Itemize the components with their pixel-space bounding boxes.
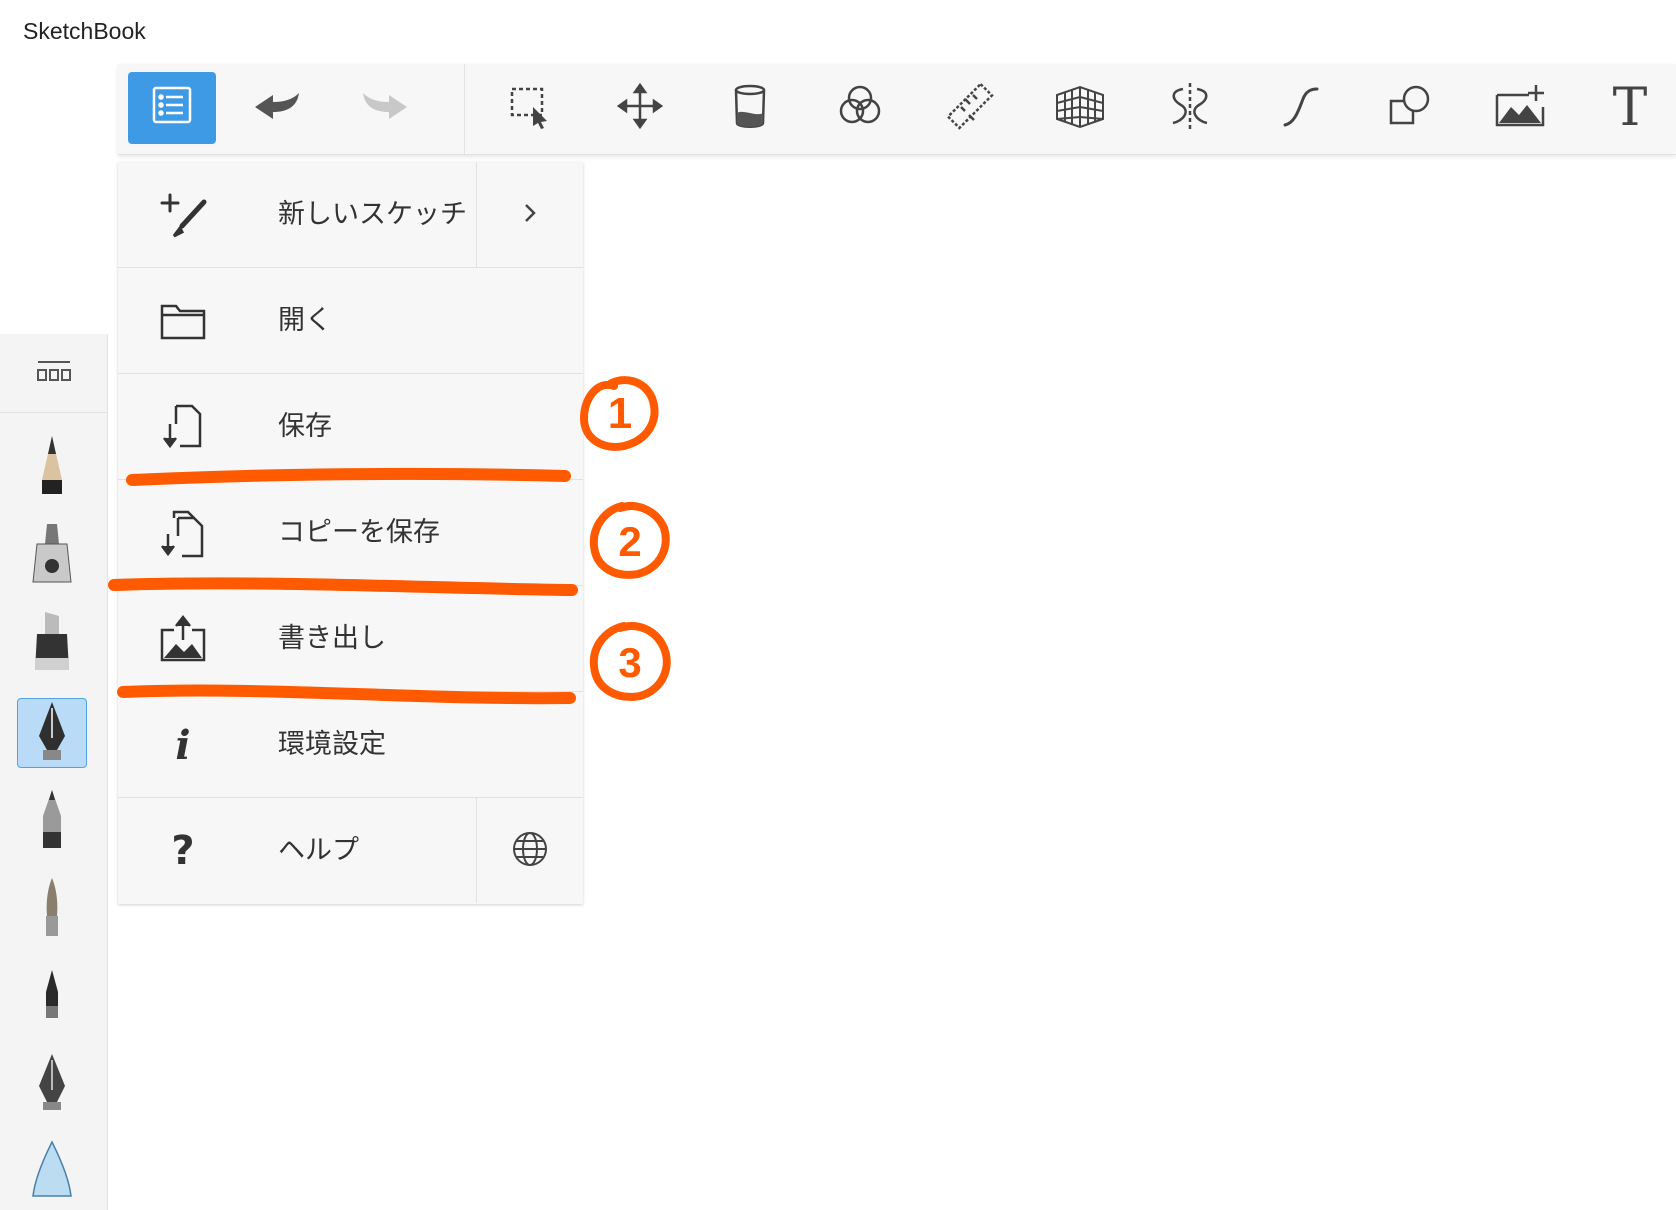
shape-tool[interactable] (1366, 72, 1454, 144)
menu-item-label: 保存 (278, 411, 332, 442)
circle-1 (579, 376, 659, 451)
language-button[interactable] (476, 798, 583, 903)
redo-icon (359, 79, 413, 137)
ruler-icon (943, 79, 997, 137)
new-sketch-expand-button[interactable] (476, 162, 583, 267)
main-toolbar: T (118, 64, 1676, 155)
toolbar-divider (464, 64, 465, 154)
globe-icon (510, 829, 550, 873)
menu-list-icon (145, 79, 199, 137)
menu-item-new-sketch[interactable]: 新しいスケッチ (118, 162, 583, 268)
fountain-pen-brush-icon (27, 1050, 77, 1120)
brush-library-icon (34, 356, 74, 390)
export-icon (156, 612, 210, 666)
app-title: SketchBook (23, 18, 146, 44)
chevron-right-icon (510, 193, 550, 237)
ballpoint-brush[interactable] (17, 786, 87, 856)
menu-item-label: コピーを保存 (278, 517, 440, 548)
text-tool[interactable]: T (1586, 72, 1674, 144)
perspective-grid-icon (1053, 79, 1107, 137)
marker-3: 3 (618, 639, 641, 686)
felt-tip-brush[interactable] (17, 962, 87, 1032)
text-icon: T (1612, 78, 1648, 138)
curve-stroke-icon (1273, 79, 1327, 137)
eraser-brush[interactable] (17, 1134, 87, 1204)
marker-2: 2 (618, 518, 641, 565)
menu-item-label: 環境設定 (278, 729, 386, 760)
symmetry-tool[interactable] (1146, 72, 1234, 144)
transform-tool[interactable] (596, 72, 684, 144)
ink-pen-brush[interactable] (17, 698, 87, 768)
marker-brush[interactable] (17, 608, 87, 678)
airbrush-icon (27, 520, 77, 590)
color-circles-icon (833, 79, 887, 137)
fill-tool[interactable] (706, 72, 794, 144)
selection-icon (503, 79, 557, 137)
redo-button[interactable] (342, 72, 430, 144)
pencil-brush[interactable] (17, 432, 87, 502)
perspective-tool[interactable] (1036, 72, 1124, 144)
help-icon: ? (171, 828, 195, 874)
menu-item-export[interactable]: 書き出し (118, 586, 583, 692)
menu-button[interactable] (128, 72, 216, 144)
ruler-tool[interactable] (926, 72, 1014, 144)
paintbrush[interactable] (17, 874, 87, 944)
menu-item-save-copy[interactable]: コピーを保存 (118, 480, 583, 586)
steady-stroke-tool[interactable] (1256, 72, 1344, 144)
selection-tool[interactable] (486, 72, 574, 144)
info-icon: i (175, 721, 191, 769)
menu-item-label: 書き出し (278, 623, 386, 654)
fountain-pen-brush[interactable] (17, 1050, 87, 1120)
paint-bucket-icon (723, 79, 777, 137)
undo-icon (249, 79, 303, 137)
main-menu: 新しいスケッチ 開く 保存 コピーを保存 書き出し i 環境設定 ? ヘルプ (118, 162, 583, 904)
airbrush[interactable] (17, 520, 87, 590)
menu-item-label: ヘルプ (278, 835, 359, 866)
brush-sidebar (0, 334, 108, 1210)
marker-brush-icon (27, 608, 77, 678)
menu-item-help[interactable]: ? ヘルプ (118, 798, 583, 904)
shapes-icon (1383, 79, 1437, 137)
save-icon (156, 400, 210, 454)
menu-item-preferences[interactable]: i 環境設定 (118, 692, 583, 798)
eraser-brush-icon (27, 1134, 77, 1204)
menu-item-save[interactable]: 保存 (118, 374, 583, 480)
new-sketch-icon (156, 188, 210, 242)
paintbrush-icon (27, 874, 77, 944)
menu-item-label: 開く (278, 305, 332, 336)
symmetry-icon (1163, 79, 1217, 137)
felt-tip-brush-icon (27, 962, 77, 1032)
save-copy-icon (156, 506, 210, 560)
circle-2 (589, 502, 670, 579)
add-image-tool[interactable] (1476, 72, 1564, 144)
circle-3 (589, 622, 671, 701)
brush-library-button[interactable] (0, 334, 107, 413)
color-editor-tool[interactable] (816, 72, 904, 144)
menu-item-label: 新しいスケッチ (278, 199, 467, 230)
pencil-brush-icon (27, 432, 77, 502)
ink-pen-brush-icon (27, 698, 77, 768)
undo-button[interactable] (232, 72, 320, 144)
folder-icon (156, 294, 210, 348)
marker-1: 1 (608, 389, 632, 438)
add-image-icon (1493, 79, 1547, 137)
ballpoint-brush-icon (27, 786, 77, 856)
move-transform-icon (613, 79, 667, 137)
menu-item-open[interactable]: 開く (118, 268, 583, 374)
